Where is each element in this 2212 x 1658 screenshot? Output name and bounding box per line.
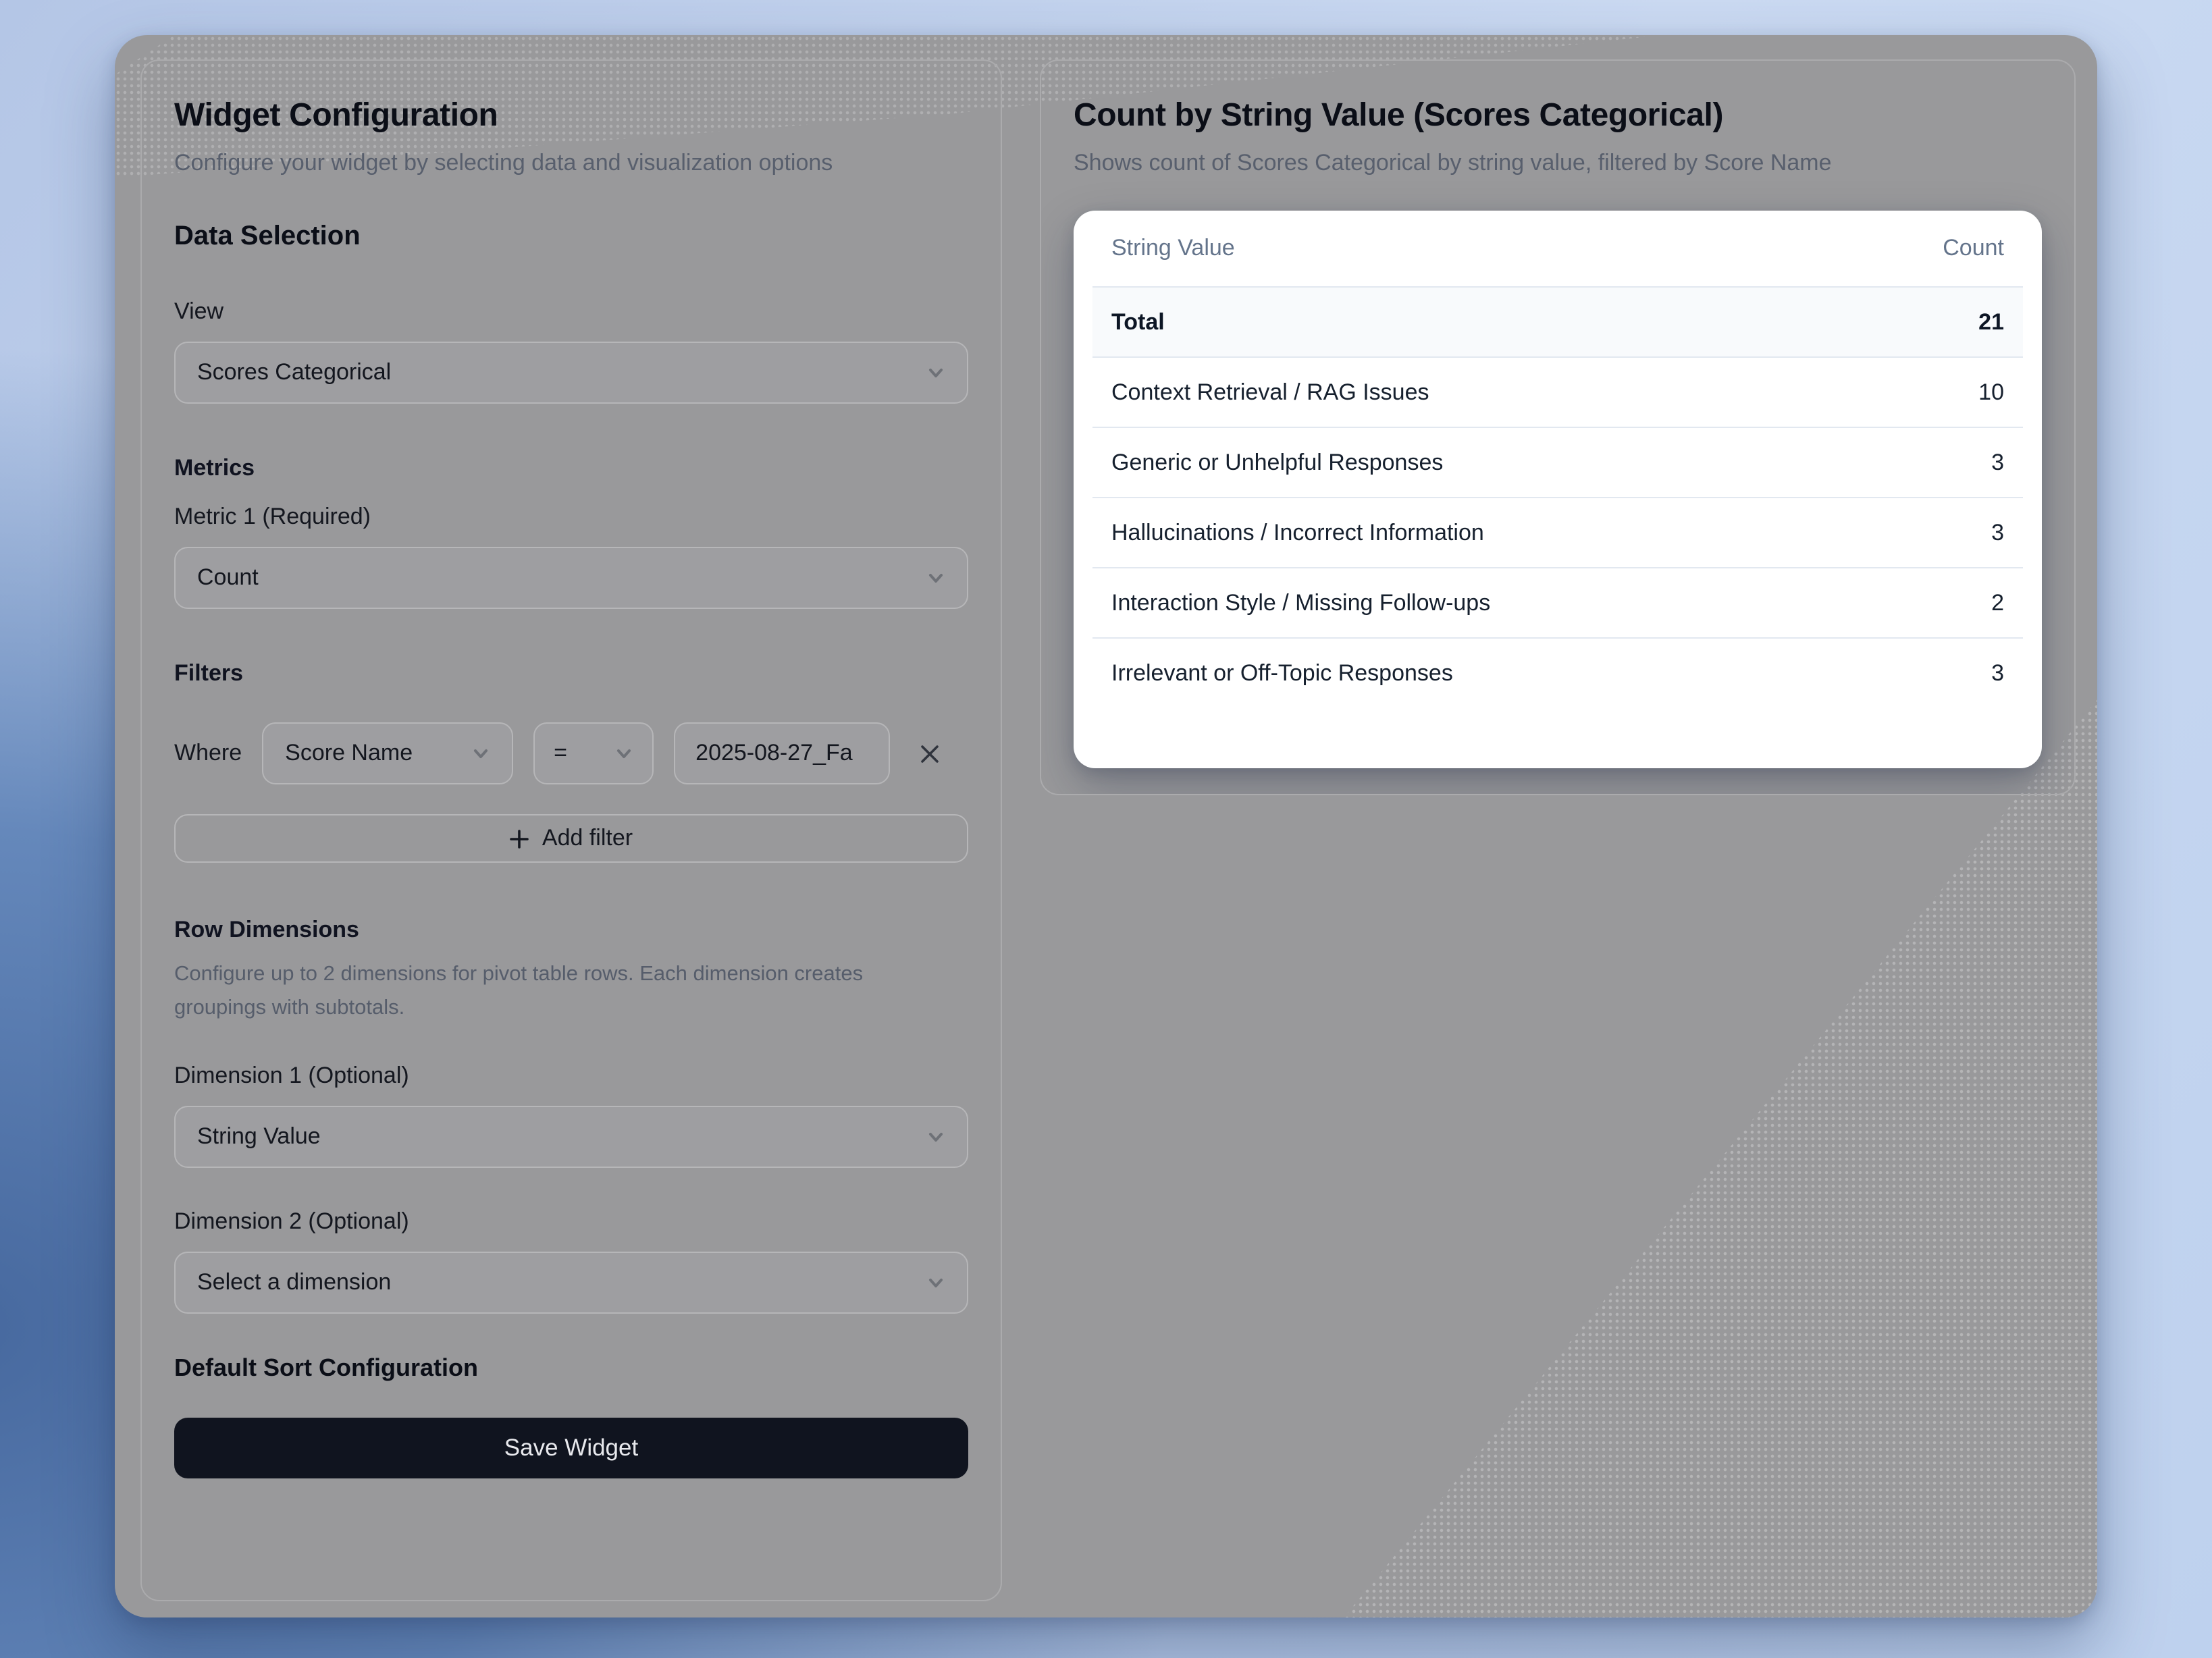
- config-subtitle: Configure your widget by selecting data …: [174, 144, 883, 181]
- row-count: 2: [1991, 589, 2004, 616]
- close-icon: [918, 742, 941, 765]
- plus-icon: [510, 828, 530, 849]
- table-total-row: Total 21: [1092, 288, 2023, 358]
- dimension1-label: Dimension 1 (Optional): [174, 1063, 968, 1090]
- metrics-heading: Metrics: [174, 455, 968, 482]
- preview-table-card: String Value Count Total 21 Context Retr…: [1074, 211, 2042, 768]
- row-label: Irrelevant or Off-Topic Responses: [1111, 660, 1453, 687]
- view-select-value: Scores Categorical: [197, 359, 391, 386]
- dimension1-select[interactable]: String Value: [174, 1106, 968, 1168]
- dimension2-label: Dimension 2 (Optional): [174, 1208, 968, 1235]
- filter-column-select[interactable]: Score Name: [262, 722, 513, 784]
- preview-title: Count by String Value (Scores Categorica…: [1074, 96, 2042, 136]
- chevron-down-icon: [926, 363, 945, 382]
- table-row: Interaction Style / Missing Follow-ups 2: [1092, 568, 2023, 639]
- preview-subtitle: Shows count of Scores Categorical by str…: [1074, 144, 2042, 181]
- data-selection-heading: Data Selection: [174, 221, 968, 252]
- row-label: Context Retrieval / RAG Issues: [1111, 379, 1429, 406]
- filter-value-input[interactable]: 2025-08-27_Fa: [674, 722, 890, 784]
- chevron-down-icon: [471, 744, 490, 763]
- chevron-down-icon: [926, 568, 945, 587]
- config-title: Widget Configuration: [174, 96, 968, 136]
- metric1-select[interactable]: Count: [174, 547, 968, 609]
- view-select[interactable]: Scores Categorical: [174, 342, 968, 404]
- table-row: Irrelevant or Off-Topic Responses 3: [1092, 639, 2023, 707]
- dimension1-select-value: String Value: [197, 1123, 321, 1150]
- row-count: 3: [1991, 519, 2004, 546]
- column-header-count: Count: [1943, 235, 2004, 262]
- metric1-select-value: Count: [197, 564, 259, 591]
- row-label: Interaction Style / Missing Follow-ups: [1111, 589, 1490, 616]
- filters-heading: Filters: [174, 660, 968, 687]
- filter-column-value: Score Name: [285, 740, 413, 767]
- row-label: Generic or Unhelpful Responses: [1111, 449, 1443, 476]
- filter-where-label: Where: [174, 740, 242, 767]
- filter-row: Where Score Name = 2025-08-27_Fa: [174, 722, 968, 784]
- row-label: Hallucinations / Incorrect Information: [1111, 519, 1484, 546]
- default-sort-heading: Default Sort Configuration: [174, 1354, 968, 1383]
- chevron-down-icon: [614, 744, 633, 763]
- config-panel: Widget Configuration Configure your widg…: [140, 59, 1002, 1601]
- dimension2-select[interactable]: Select a dimension: [174, 1252, 968, 1314]
- filter-operator-select[interactable]: =: [533, 722, 654, 784]
- filter-operator-value: =: [554, 740, 567, 767]
- total-count: 21: [1978, 309, 2004, 336]
- row-count: 3: [1991, 660, 2004, 687]
- table-row: Generic or Unhelpful Responses 3: [1092, 428, 2023, 498]
- table-row: Hallucinations / Incorrect Information 3: [1092, 498, 2023, 568]
- remove-filter-button[interactable]: [910, 734, 948, 772]
- preview-panel: Count by String Value (Scores Categorica…: [1040, 59, 2076, 795]
- table-row: Context Retrieval / RAG Issues 10: [1092, 358, 2023, 428]
- row-count: 3: [1991, 449, 2004, 476]
- column-header-string-value: String Value: [1111, 235, 1235, 262]
- chevron-down-icon: [926, 1127, 945, 1146]
- row-dimensions-heading: Row Dimensions: [174, 917, 968, 944]
- add-filter-button[interactable]: Add filter: [174, 814, 968, 863]
- chevron-down-icon: [926, 1273, 945, 1292]
- widget-config-dialog: Widget Configuration Configure your widg…: [115, 35, 2097, 1617]
- add-filter-label: Add filter: [542, 825, 633, 852]
- app-background: Widget Configuration Configure your widg…: [0, 0, 2212, 1658]
- save-widget-button[interactable]: Save Widget: [174, 1418, 968, 1478]
- table-header-row: String Value Count: [1092, 211, 2023, 288]
- dimension2-select-value: Select a dimension: [197, 1269, 391, 1296]
- row-count: 10: [1978, 379, 2004, 406]
- view-label: View: [174, 298, 968, 325]
- row-dimensions-description: Configure up to 2 dimensions for pivot t…: [174, 957, 951, 1025]
- metric1-label: Metric 1 (Required): [174, 504, 968, 531]
- total-label: Total: [1111, 309, 1165, 336]
